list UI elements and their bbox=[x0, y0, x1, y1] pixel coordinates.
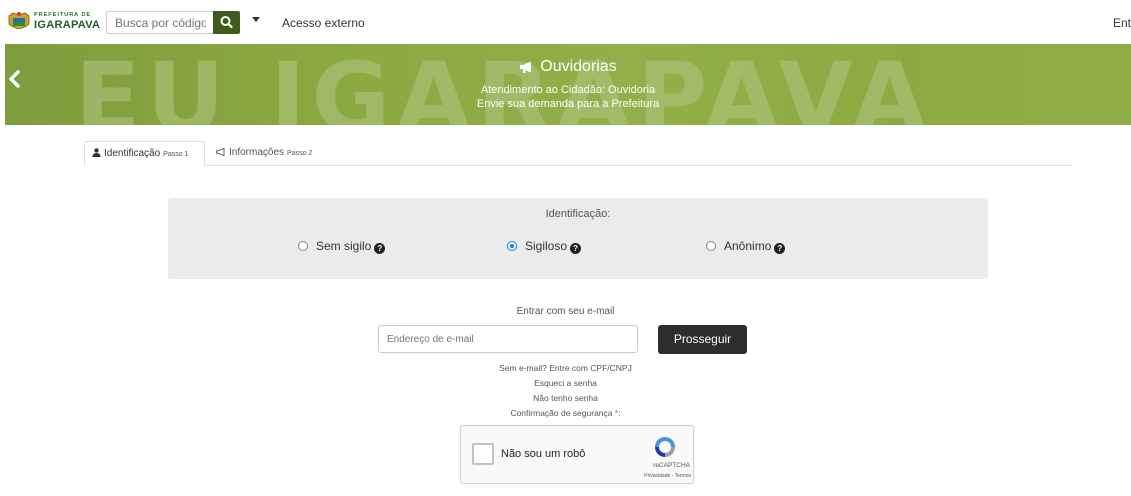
help-icon[interactable]: ? bbox=[374, 243, 386, 254]
top-bar: PREFEITURA DE IGARAPAVA Acesso externo E… bbox=[0, 0, 1131, 44]
recaptcha-widget: Não sou um robô reCAPTCHA Privacidade - … bbox=[460, 425, 694, 484]
help-icon[interactable]: ? bbox=[570, 243, 582, 254]
forgot-password-link[interactable]: Esqueci a senha bbox=[0, 378, 1131, 388]
option-anonimo[interactable]: Anônimo? bbox=[706, 239, 786, 254]
security-label-text: Confirmação de segurança bbox=[510, 408, 613, 418]
megaphone-icon bbox=[216, 147, 225, 157]
tab-identificacao[interactable]: Identificação Passo 1 bbox=[84, 141, 205, 166]
cpf-login-link[interactable]: Sem e-mail? Entre com CPF/CNPJ bbox=[0, 363, 1131, 373]
logo-line1: PREFEITURA DE bbox=[34, 12, 92, 18]
radio-sem-sigilo[interactable] bbox=[298, 241, 308, 251]
search-input[interactable] bbox=[106, 11, 214, 34]
login-link[interactable]: Entr bbox=[1113, 16, 1131, 30]
prosseguir-button[interactable]: Prosseguir bbox=[658, 325, 747, 354]
coat-of-arms-icon bbox=[8, 12, 30, 29]
banner-subtitle: Atendimento ao Cidadão: Ouvidoria bbox=[480, 84, 656, 96]
chevron-down-icon[interactable] bbox=[252, 17, 260, 22]
recaptcha-brand: reCAPTCHA bbox=[653, 462, 690, 469]
tab-step: Passo 2 bbox=[287, 150, 313, 157]
page-banner: EU IGARAPAVA Ouvidorias Atendimento ao C… bbox=[5, 44, 1131, 125]
recaptcha-label: Não sou um robô bbox=[501, 448, 586, 460]
tab-label: Identificação bbox=[104, 148, 161, 159]
search-button[interactable] bbox=[213, 11, 240, 34]
security-label: Confirmação de segurança *: bbox=[0, 408, 1131, 418]
recaptcha-terms-link[interactable]: Privacidade - Termos bbox=[611, 473, 691, 479]
megaphone-icon bbox=[520, 61, 532, 73]
identification-panel: Identificação: Sem sigilo? Sigiloso? Anô… bbox=[168, 198, 988, 279]
option-label: Anônimo bbox=[724, 239, 772, 253]
banner-title: Ouvidorias bbox=[5, 58, 1131, 76]
tab-informacoes[interactable]: Informações Passo 2 bbox=[209, 141, 319, 166]
logo-line2: IGARAPAVA bbox=[34, 19, 101, 31]
search-icon bbox=[220, 16, 233, 29]
email-field[interactable] bbox=[378, 325, 638, 353]
tab-label: Informações bbox=[229, 147, 285, 158]
security-label-suffix: : bbox=[618, 408, 621, 418]
radio-anonimo[interactable] bbox=[706, 241, 716, 251]
external-access-link[interactable]: Acesso externo bbox=[282, 16, 365, 30]
radio-sigiloso[interactable] bbox=[507, 241, 517, 251]
tab-step: Passo 1 bbox=[163, 151, 189, 158]
help-icon[interactable]: ? bbox=[774, 243, 786, 254]
prefeitura-logo[interactable]: PREFEITURA DE IGARAPAVA bbox=[7, 10, 100, 34]
option-sigiloso[interactable]: Sigiloso? bbox=[507, 239, 582, 254]
option-sem-sigilo[interactable]: Sem sigilo? bbox=[298, 239, 386, 254]
option-label: Sigiloso bbox=[525, 239, 568, 253]
banner-description: Envie sua demanda para a Prefeitura bbox=[476, 98, 660, 110]
identification-title: Identificação: bbox=[545, 208, 611, 220]
user-icon bbox=[92, 148, 101, 157]
no-password-link[interactable]: Não tenho senha bbox=[0, 393, 1131, 403]
recaptcha-logo-icon bbox=[655, 437, 675, 457]
banner-title-text: Ouvidorias bbox=[540, 58, 617, 75]
option-label: Sem sigilo bbox=[316, 239, 372, 253]
recaptcha-checkbox[interactable] bbox=[472, 443, 494, 465]
login-title: Entrar com seu e-mail bbox=[516, 306, 615, 317]
